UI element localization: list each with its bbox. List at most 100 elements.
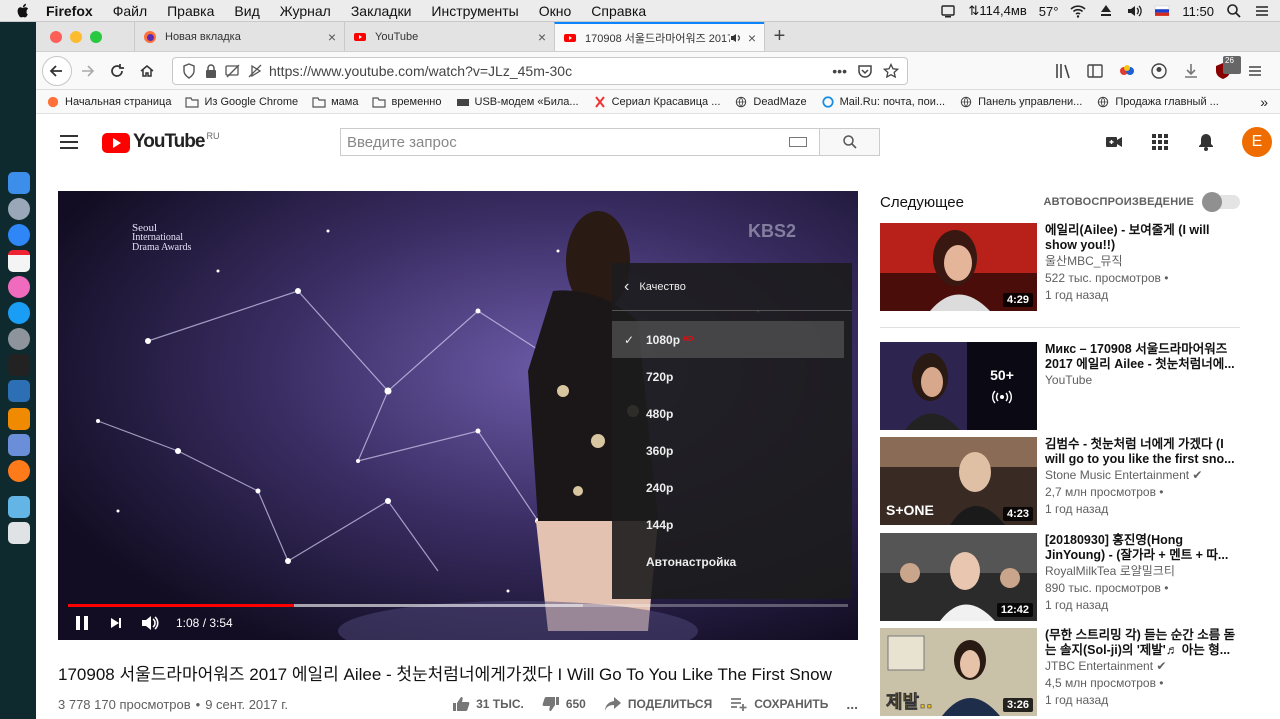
search-button[interactable] [819,129,879,155]
guide-menu-icon[interactable] [60,135,78,149]
menu-tools[interactable]: Инструменты [431,3,518,19]
menu-edit[interactable]: Правка [167,3,214,19]
channel-name[interactable]: JTBC Entertainment ✔ [1045,658,1240,675]
appstore-dock-icon[interactable] [8,302,30,324]
channel-name[interactable]: RoyalMilkTea 로얄밀크티 [1045,563,1240,580]
tab-audio-playing-icon[interactable] [730,32,742,44]
permissions-icon[interactable] [225,63,241,79]
bookmark-star-icon[interactable] [883,62,899,79]
network-speed[interactable]: ⇅114,4мв [968,3,1026,19]
apps-grid-icon[interactable] [1150,132,1170,152]
quality-option-360p[interactable]: 360p [612,432,852,469]
menu-file[interactable]: Файл [113,3,147,19]
video-thumbnail[interactable]: 제발.. 3:26 [880,628,1037,716]
finder-dock-icon[interactable] [8,172,30,194]
keyboard-icon[interactable] [789,137,807,147]
library-icon[interactable] [1054,62,1072,80]
lock-icon[interactable] [203,63,219,79]
wifi-icon[interactable] [1070,3,1086,19]
bookmark-item[interactable]: Mail.Ru: почта, пои... [821,96,945,108]
list-item[interactable]: S+ONE 4:23 김범수 - 첫눈처럼 너에게 가겠다 (I will go… [880,437,1240,525]
create-video-icon[interactable] [1104,132,1124,152]
video-thumbnail[interactable]: 50+ [880,342,1037,430]
bookmark-item[interactable]: DeadMaze [734,96,807,108]
quality-option-auto[interactable]: Автонастройка [612,543,852,580]
quality-option-144p[interactable]: 144p [612,506,852,543]
calendar-dock-icon[interactable] [8,250,30,272]
clock[interactable]: 11:50 [1182,4,1214,19]
page-actions-button[interactable]: ••• [832,63,847,79]
itunes-dock-icon[interactable] [8,276,30,298]
video-thumbnail[interactable]: S+ONE 4:23 [880,437,1037,525]
menu-icon[interactable] [1246,62,1264,80]
volume-button[interactable] [140,613,160,633]
tab-current-video[interactable]: 170908 서울드라마어워즈 2017 × [554,22,764,51]
control-center-icon[interactable] [1254,3,1270,19]
cpu-temp[interactable]: 57° [1039,4,1059,19]
like-button[interactable]: 31 ТЫС. [452,696,524,712]
channel-name[interactable]: Stone Music Entertainment ✔ [1045,467,1240,484]
menu-view[interactable]: Вид [234,3,259,19]
video-thumbnail[interactable]: 4:29 [880,223,1037,311]
bookmark-item[interactable]: Панель управлени... [959,96,1082,108]
more-actions-button[interactable]: ... [846,696,858,712]
url-text[interactable]: https://www.youtube.com/watch?v=JLz_45m-… [269,63,832,79]
account-icon[interactable] [1150,62,1168,80]
reload-button[interactable] [102,56,132,86]
tab-close-icon[interactable]: × [748,30,756,46]
menu-bookmarks[interactable]: Закладки [351,3,412,19]
bookmark-folder[interactable]: мама [312,96,358,108]
shield-icon[interactable] [181,62,197,79]
next-button[interactable] [106,613,126,633]
vlc-dock-icon[interactable] [8,408,30,430]
youtube-logo[interactable]: YouTube RU [102,131,219,153]
video-item-title[interactable]: [20180930] 홍진영(Hong JinYoung) - (잘가라 + 멘… [1045,533,1240,563]
video-item-title[interactable]: 김범수 - 첫눈처럼 너에게 가겠다 (I will go to you lik… [1045,437,1240,467]
activity-monitor-dock-icon[interactable] [8,380,30,402]
tab-youtube[interactable]: YouTube × [344,22,554,51]
minimize-window-button[interactable] [70,30,82,43]
new-tab-button[interactable]: + [764,22,794,51]
channel-name[interactable]: YouTube [1045,372,1240,389]
apple-icon[interactable] [14,2,32,20]
notifications-bell-icon[interactable] [1196,132,1216,152]
autoplay-toggle[interactable] [1202,192,1240,212]
search-input[interactable]: Введите запрос [341,129,819,155]
quality-option-240p[interactable]: 240p [612,469,852,506]
bookmark-item[interactable]: Продажа главный ... [1096,96,1219,108]
video-player[interactable]: Seoul International Drama Awards KBS2 ‹ … [58,191,858,640]
address-bar[interactable]: https://www.youtube.com/watch?v=JLz_45m-… [172,56,908,85]
autoplay-blocked-icon[interactable] [247,63,263,79]
timemachine-icon[interactable] [1098,3,1114,19]
spotlight-search-icon[interactable] [1226,3,1242,19]
share-button[interactable]: ПОДЕЛИТЬСЯ [604,696,712,712]
quality-option-480p[interactable]: 480p [612,395,852,432]
dislike-button[interactable]: 650 [542,696,586,712]
channel-name[interactable]: 울산MBC_뮤직 [1045,253,1240,270]
quality-option-720p[interactable]: 720p [612,358,852,395]
menu-window[interactable]: Окно [539,3,572,19]
menu-app-firefox[interactable]: Firefox [46,3,93,19]
bookmark-item[interactable]: Начальная страница [46,96,171,108]
safari-dock-icon[interactable] [8,224,30,246]
bookmark-item[interactable]: Сериал Красавица ... [593,96,720,108]
folder-dock-icon[interactable] [8,496,30,518]
list-item[interactable]: 4:29 에일리(Ailee) - 보여줄게 (I will show you!… [880,223,1240,311]
list-item[interactable]: 50+ Микс – 170908 서울드라마어워즈 2017 에일리 Aile… [880,342,1240,430]
download-icon[interactable] [1182,62,1200,80]
bookmark-folder[interactable]: временно [372,96,442,108]
bookmark-item[interactable]: USB-модем «Била... [456,96,579,108]
avatar[interactable]: E [1242,127,1272,157]
sidebar-icon[interactable] [1086,62,1104,80]
tab-new-tab[interactable]: Новая вкладка × [134,22,344,51]
media-dock-icon[interactable] [8,434,30,456]
video-item-title[interactable]: Микс – 170908 서울드라마어워즈 2017 에일리 Ailee - … [1045,342,1240,372]
bookmarks-overflow-button[interactable]: » [1260,94,1268,110]
trash-dock-icon[interactable] [8,522,30,544]
menu-history[interactable]: Журнал [280,3,331,19]
list-item[interactable]: 12:42 [20180930] 홍진영(Hong JinYoung) - (잘… [880,533,1240,621]
close-window-button[interactable] [50,30,62,43]
volume-icon[interactable] [1126,3,1143,19]
firefox-dock-icon[interactable] [8,460,30,482]
menu-help[interactable]: Справка [591,3,646,19]
